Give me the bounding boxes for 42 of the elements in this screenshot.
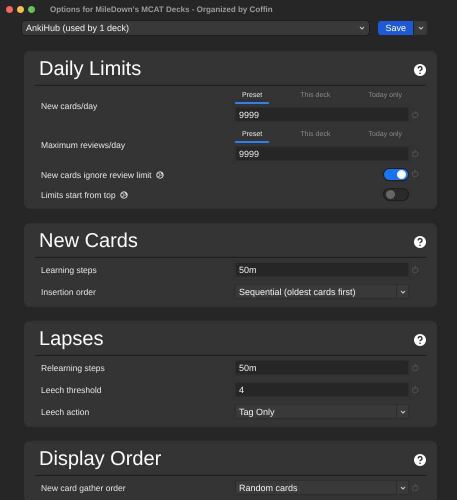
- section-title: Daily Limits: [39, 58, 142, 81]
- input-field[interactable]: 50m: [235, 360, 409, 375]
- input-field[interactable]: 50m: [235, 262, 409, 277]
- preset-dropdown[interactable]: AnkiHub (used by 1 deck): [22, 21, 370, 35]
- setting-label: New card gather order: [41, 482, 126, 492]
- caret-icon: [400, 410, 406, 414]
- minimize-button[interactable]: [17, 6, 24, 12]
- caret-icon: [400, 486, 406, 490]
- dropdown[interactable]: Sequential (oldest cards first): [235, 284, 409, 299]
- help-icon[interactable]: [414, 64, 426, 76]
- help-icon[interactable]: [414, 454, 426, 466]
- setting-label: Leech action: [41, 406, 90, 416]
- close-button[interactable]: [6, 6, 13, 12]
- dropdown[interactable]: Random cards: [235, 480, 409, 495]
- toggle-switch[interactable]: [383, 168, 409, 181]
- globe-icon: [156, 170, 164, 178]
- setting-label: New cards ignore review limit: [41, 170, 152, 180]
- setting-label: Relearning steps: [41, 362, 105, 372]
- setting-label: Insertion order: [41, 286, 96, 296]
- number-field[interactable]: 9999: [235, 146, 409, 161]
- caret-icon: [418, 26, 424, 30]
- help-icon[interactable]: [414, 236, 426, 248]
- setting-label: New cards/day: [41, 101, 98, 111]
- caret-icon: [400, 290, 406, 294]
- save-button[interactable]: Save: [378, 21, 413, 35]
- setting-label: Learning steps: [41, 264, 97, 274]
- setting-label: Leech threshold: [41, 384, 102, 394]
- setting-label: Limits start from top: [41, 190, 116, 200]
- toggle-switch[interactable]: [383, 188, 409, 201]
- save-options-button[interactable]: [414, 21, 427, 35]
- globe-icon: [120, 190, 128, 198]
- dropdown[interactable]: Tag Only: [235, 404, 409, 419]
- setting-label: Maximum reviews/day: [41, 140, 126, 150]
- section-title: Display Order: [39, 448, 162, 471]
- section-title: New Cards: [39, 230, 138, 253]
- zoom-button[interactable]: [28, 6, 35, 12]
- section-title: Lapses: [39, 328, 104, 351]
- window-title: Options for MileDown's MCAT Decks - Organized by Coffin: [50, 4, 273, 14]
- help-icon[interactable]: [414, 334, 426, 346]
- caret-icon: [359, 26, 366, 30]
- input-field[interactable]: 4: [235, 382, 409, 397]
- number-field[interactable]: 9999: [235, 107, 409, 122]
